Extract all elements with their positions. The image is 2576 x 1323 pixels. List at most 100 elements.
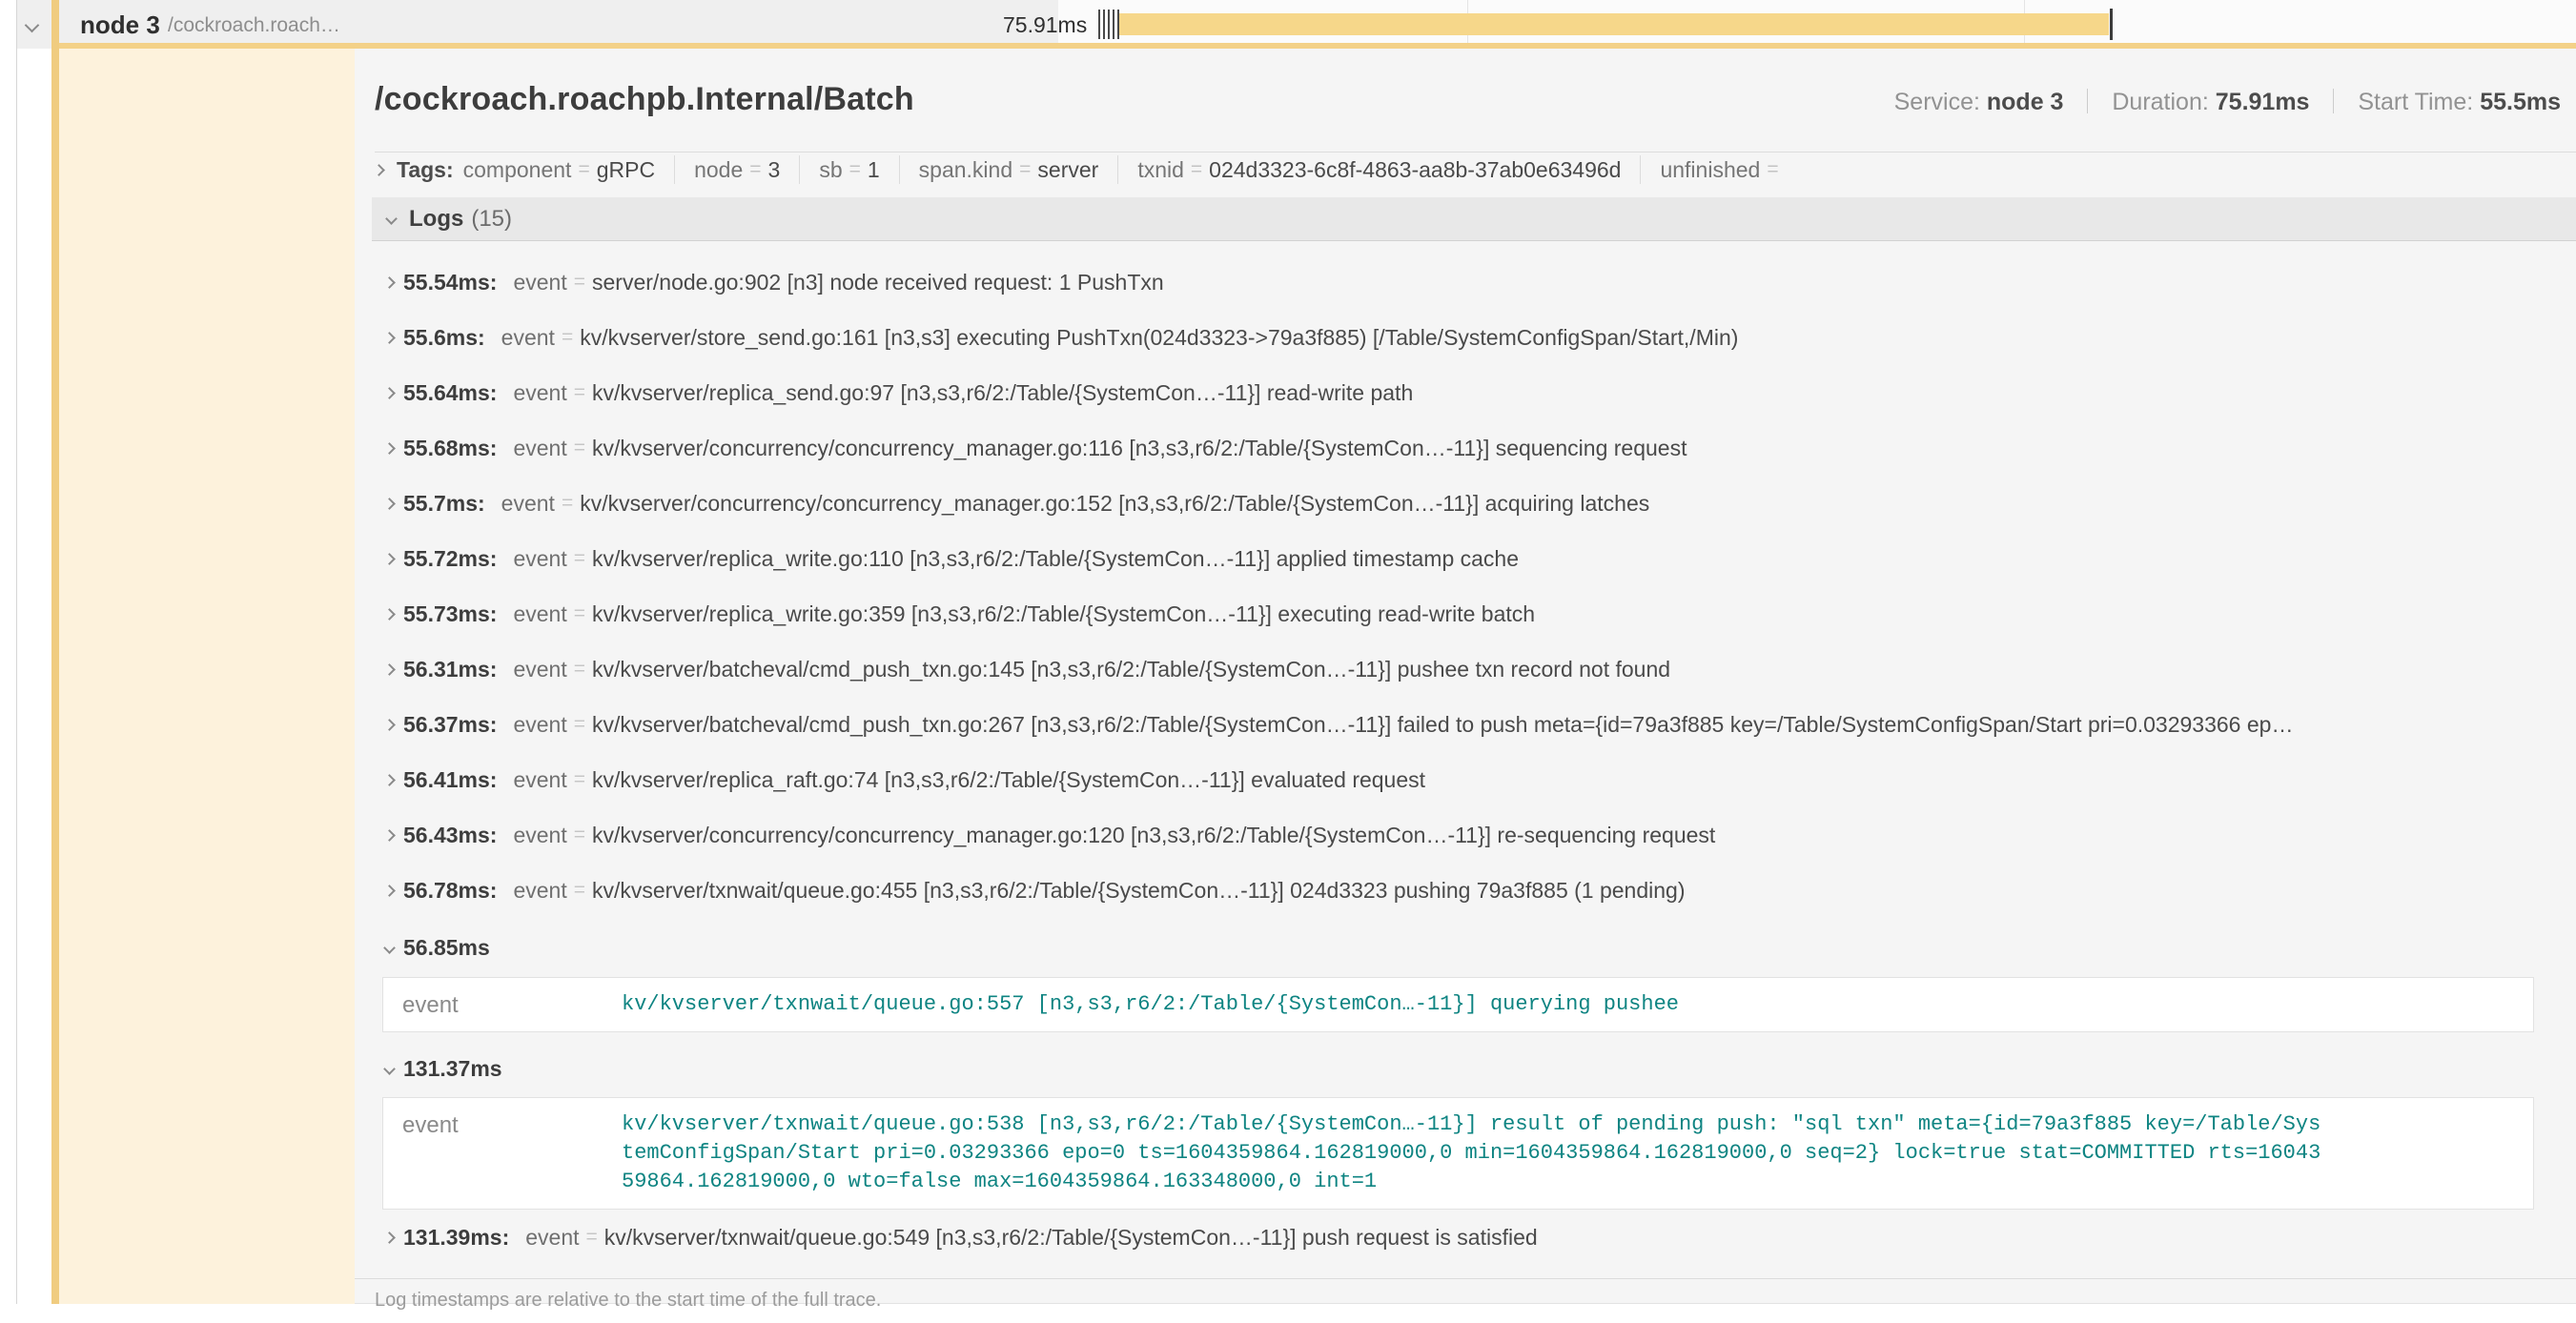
tag-value: 1 (868, 157, 880, 183)
chevron-down-icon (383, 942, 396, 954)
log-field-key: event (513, 657, 566, 682)
log-row[interactable]: 56.31ms:event=kv/kvserver/batcheval/cmd_… (372, 641, 2568, 697)
log-field-key: event (513, 823, 566, 848)
log-timestamp: 131.37ms (403, 1056, 502, 1082)
log-value: kv/kvserver/batcheval/cmd_push_txn.go:14… (592, 657, 1670, 682)
tag-value: 024d3323-6c8f-4863-aa8b-37ab0e63496d (1209, 157, 1621, 183)
log-field-key: event (513, 767, 566, 793)
detail-panel-accent-border (59, 43, 2576, 49)
log-value: kv/kvserver/replica_raft.go:74 [n3,s3,r6… (592, 767, 1425, 793)
log-field-key: event (402, 990, 622, 1019)
log-value: kv/kvserver/txnwait/queue.go:455 [n3,s3,… (592, 878, 1686, 904)
log-row[interactable]: 56.41ms:event=kv/kvserver/replica_raft.g… (372, 752, 2568, 807)
chevron-right-icon (383, 553, 396, 565)
service-value: node 3 (1987, 89, 2064, 115)
log-row[interactable]: 56.43ms:event=kv/kvserver/concurrency/co… (372, 807, 2568, 863)
chevron-right-icon (383, 719, 396, 731)
tags-label: Tags: (397, 157, 454, 183)
duration-value: 75.91ms (2216, 89, 2310, 115)
chevron-right-icon (383, 332, 396, 344)
log-value: kv/kvserver/concurrency/concurrency_mana… (592, 823, 1715, 848)
log-row[interactable]: 55.54ms:event=server/node.go:902 [n3] no… (372, 254, 2568, 310)
tag-divider (674, 155, 675, 184)
tag-equals: = (749, 158, 761, 181)
tags-section-header[interactable]: Tags: component=gRPC node=3 sb=1 span.ki… (375, 156, 2576, 183)
span-detail-panel: /cockroach.roachpb.Internal/Batch Servic… (355, 49, 2576, 1304)
logs-count: (15) (471, 206, 512, 233)
logs-footnote: Log timestamps are relative to the start… (355, 1278, 2576, 1323)
chevron-right-icon (383, 885, 396, 897)
log-field-key: event (513, 270, 566, 295)
tag-key: component (463, 157, 572, 183)
log-equals: = (574, 437, 585, 459)
log-row[interactable]: 56.78ms:event=kv/kvserver/txnwait/queue.… (372, 863, 2568, 918)
log-detail-value: kv/kvserver/txnwait/queue.go:538 [n3,s3,… (622, 1110, 2320, 1196)
log-field-key: event (513, 380, 566, 406)
log-group-header[interactable]: 56.85ms (372, 924, 2568, 971)
tag-equals: = (578, 158, 589, 181)
header-divider (375, 152, 2576, 153)
chevron-right-icon (383, 387, 396, 399)
log-row[interactable]: 55.72ms:event=kv/kvserver/replica_write.… (372, 531, 2568, 586)
log-timestamp: 55.73ms: (403, 601, 497, 627)
page-title: /cockroach.roachpb.Internal/Batch (375, 81, 914, 118)
log-row[interactable]: 55.64ms:event=kv/kvserver/replica_send.g… (372, 365, 2568, 420)
log-timestamp: 131.39ms: (403, 1225, 509, 1251)
tag-value: server (1037, 157, 1098, 183)
chevron-right-icon (383, 442, 396, 455)
log-timestamp: 55.54ms: (403, 270, 497, 295)
tag-divider (899, 155, 900, 184)
log-row[interactable]: 55.6ms:event=kv/kvserver/store_send.go:1… (372, 310, 2568, 365)
log-field-key: event (513, 546, 566, 572)
log-row[interactable]: 55.73ms: event = kv/kvserver/replica_write.… (372, 586, 2568, 641)
span-summary: Service: node 3 Duration: 75.91ms Start … (1894, 89, 2561, 116)
chevron-right-icon (373, 164, 385, 176)
log-timestamp: 56.78ms: (403, 878, 497, 904)
log-timestamp: 56.85ms (403, 935, 490, 961)
log-equals: = (574, 879, 585, 902)
tag-equals: = (1019, 158, 1031, 181)
log-field-key: event (501, 325, 555, 351)
span-color-strip (51, 0, 59, 1304)
tag-equals: = (1767, 158, 1778, 181)
span-operation-name: /cockroach.roach… (168, 14, 340, 37)
log-timestamp: 55.7ms: (403, 491, 485, 517)
log-value: kv/kvserver/replica_write.go:359 [n3,s3,… (592, 601, 1535, 627)
log-field-key: event (402, 1110, 622, 1196)
log-value: kv/kvserver/batcheval/cmd_push_txn.go:26… (592, 712, 2293, 738)
tag-key: txnid (1137, 157, 1184, 183)
log-timestamp: 56.31ms: (403, 657, 497, 682)
logs-section-header[interactable]: Logs (15) (372, 197, 2576, 241)
tag-equals: = (849, 158, 861, 181)
log-timestamp: 56.37ms: (403, 712, 497, 738)
chevron-down-icon (25, 18, 40, 33)
tag-key: node (694, 157, 743, 183)
span-duration-bar[interactable] (1119, 13, 2109, 35)
chevron-right-icon (383, 276, 396, 289)
log-equals: = (586, 1226, 598, 1249)
log-equals: = (574, 602, 585, 625)
log-equals: = (574, 381, 585, 404)
log-value: kv/kvserver/replica_write.go:110 [n3,s3,… (592, 546, 1519, 572)
duration-label: Duration: (2112, 89, 2208, 115)
chevron-down-icon (383, 1063, 396, 1075)
tag-value: 3 (768, 157, 781, 183)
log-field-key: event (513, 601, 566, 627)
log-row[interactable]: 55.68ms:event=kv/kvserver/concurrency/co… (372, 420, 2568, 476)
log-row[interactable]: 56.37ms: event = kv/kvserver/batcheval/cmd_… (372, 697, 2568, 752)
log-field-key: event (513, 712, 566, 738)
summary-divider (2333, 89, 2334, 113)
log-list: 55.54ms:event=server/node.go:902 [n3] no… (372, 241, 2568, 1265)
span-row[interactable]: node 3 /cockroach.roach… 75.91ms (0, 0, 2576, 49)
collapse-children-button[interactable] (27, 18, 37, 35)
log-timestamp: 55.72ms: (403, 546, 497, 572)
log-detail-box: event kv/kvserver/txnwait/queue.go:538 [… (382, 1097, 2534, 1210)
left-column-divider (16, 0, 17, 1304)
log-row[interactable]: 131.39ms:event=kv/kvserver/txnwait/queue… (372, 1210, 2568, 1265)
log-group-header[interactable]: 131.37ms (372, 1046, 2568, 1091)
tag-key: sb (819, 157, 842, 183)
log-equals: = (562, 492, 573, 515)
log-equals: = (574, 713, 585, 736)
log-row[interactable]: 55.7ms:event=kv/kvserver/concurrency/con… (372, 476, 2568, 531)
chevron-right-icon (383, 1231, 396, 1244)
